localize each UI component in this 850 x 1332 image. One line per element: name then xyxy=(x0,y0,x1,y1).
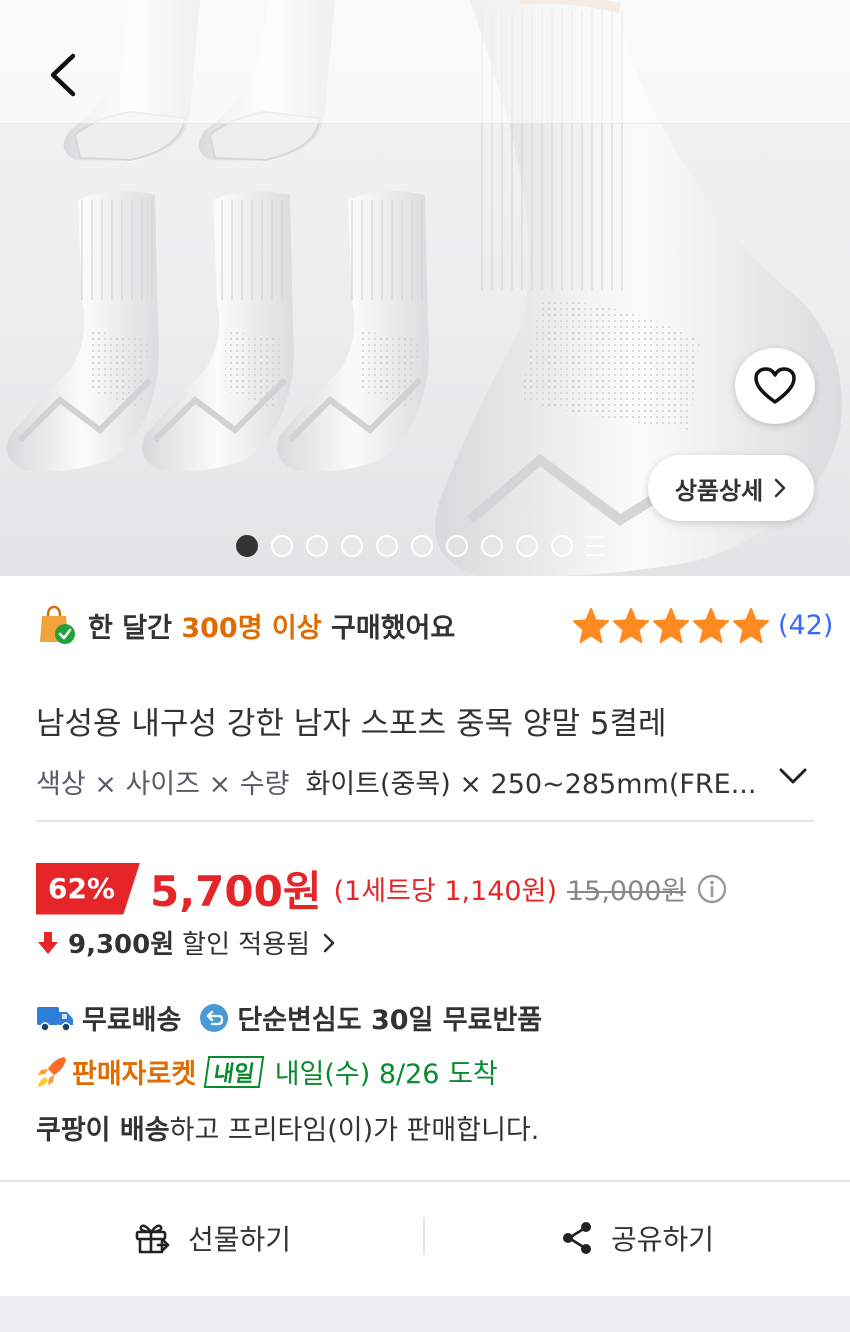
star-icon xyxy=(692,607,730,644)
pagination-dot-active[interactable] xyxy=(236,535,258,557)
original-price: 15,000원 xyxy=(566,876,687,907)
product-title: 남성용 내구성 강한 남자 스포츠 중목 양말 5켤레 xyxy=(36,706,667,742)
shipping-benefits: 무료배송 단순변심도 30일 무료반품 xyxy=(36,998,542,1037)
top-navigation-bar xyxy=(0,0,850,124)
gift-icon xyxy=(135,1224,170,1254)
free-return-label: 단순변심도 30일 무료반품 xyxy=(237,1005,543,1036)
rocket-label: 판매자로켓 xyxy=(72,1059,197,1090)
pagination-dot[interactable] xyxy=(446,535,468,557)
pagination-dot[interactable] xyxy=(481,535,503,557)
footer-band xyxy=(0,1296,850,1332)
star-icon xyxy=(572,607,610,644)
truck-icon xyxy=(37,1006,73,1032)
info-icon[interactable] xyxy=(696,873,728,905)
shopping-bag-check-icon xyxy=(40,605,75,644)
purchase-highlight: 300명 이상 xyxy=(181,612,322,644)
heart-icon xyxy=(754,367,796,404)
seller-info: 쿠팡이 배송하고 프리타임(이)가 판매합니다. xyxy=(36,1108,539,1147)
pagination-dot[interactable] xyxy=(516,535,538,557)
back-button[interactable] xyxy=(30,40,94,110)
discount-badge: 62% xyxy=(36,862,140,915)
option-selector[interactable]: 색상 × 사이즈 × 수량 화이트(중목) × 250~285mm(FRE... xyxy=(36,762,816,801)
seller-bold-text: 쿠팡이 배송 xyxy=(36,1115,170,1146)
rocket-icon xyxy=(38,1056,66,1087)
star-icon xyxy=(612,607,650,644)
pagination-dot[interactable] xyxy=(411,535,433,557)
chevron-left-icon xyxy=(50,53,76,97)
share-label: 공유하기 xyxy=(610,1223,715,1256)
purchase-count-info: 한 달간 300명 이상 구매했어요 xyxy=(36,604,455,646)
star-icon xyxy=(652,607,690,644)
rocket-delivery-row: 판매자로켓 내일 내일(수) 8/26 도착 xyxy=(36,1052,498,1091)
pagination-dot[interactable] xyxy=(341,535,363,557)
more-images-icon[interactable] xyxy=(586,536,604,556)
return-icon xyxy=(200,1003,229,1032)
free-shipping-label: 무료배송 xyxy=(82,1005,182,1036)
sale-price: 5,700원 xyxy=(150,867,322,916)
option-label: 색상 × 사이즈 × 수량 xyxy=(36,769,290,800)
wishlist-button[interactable] xyxy=(735,348,815,424)
section-divider xyxy=(0,1180,850,1182)
share-button[interactable]: 공유하기 xyxy=(425,1200,850,1276)
pagination-dot[interactable] xyxy=(551,535,573,557)
coupon-discount-row[interactable]: 9,300원 할인 적용됨 xyxy=(36,924,340,961)
chevron-down-icon[interactable] xyxy=(778,766,808,786)
option-value: 화이트(중목) × 250~285mm(FRE... xyxy=(305,769,757,800)
arrival-date: 내일(수) 8/26 도착 xyxy=(274,1059,498,1090)
section-divider xyxy=(36,820,814,822)
pagination-dot[interactable] xyxy=(306,535,328,557)
product-detail-label: 상품상세 xyxy=(674,476,764,505)
product-image-gallery[interactable]: 상품상세 xyxy=(0,0,850,576)
purchase-suffix: 구매했어요 xyxy=(331,612,456,644)
pagination-dot[interactable] xyxy=(271,535,293,557)
gallery-pagination[interactable] xyxy=(236,535,604,557)
gift-label: 선물하기 xyxy=(187,1223,292,1256)
arrow-down-icon xyxy=(38,931,58,954)
share-icon xyxy=(562,1222,591,1254)
purchase-prefix: 한 달간 xyxy=(88,612,172,644)
seller-text: 하고 프리타임(이)가 판매합니다. xyxy=(169,1115,540,1146)
product-detail-button[interactable]: 상품상세 xyxy=(648,455,814,521)
tomorrow-badge: 내일 xyxy=(203,1055,265,1088)
chevron-right-icon xyxy=(774,478,786,498)
chevron-right-icon xyxy=(323,933,335,952)
price-section: 62% 5,700원 (1세트당 1,140원) 15,000원 xyxy=(36,858,728,919)
product-rating[interactable]: (42) xyxy=(572,606,833,644)
review-count[interactable]: (42) xyxy=(778,610,833,641)
coupon-amount: 9,300원 xyxy=(68,930,175,960)
pagination-dot[interactable] xyxy=(376,535,398,557)
star-icon xyxy=(732,607,770,644)
gift-button[interactable]: 선물하기 xyxy=(0,1200,425,1276)
unit-price: (1세트당 1,140원) xyxy=(333,876,557,907)
coupon-text: 할인 적용됨 xyxy=(182,930,311,960)
